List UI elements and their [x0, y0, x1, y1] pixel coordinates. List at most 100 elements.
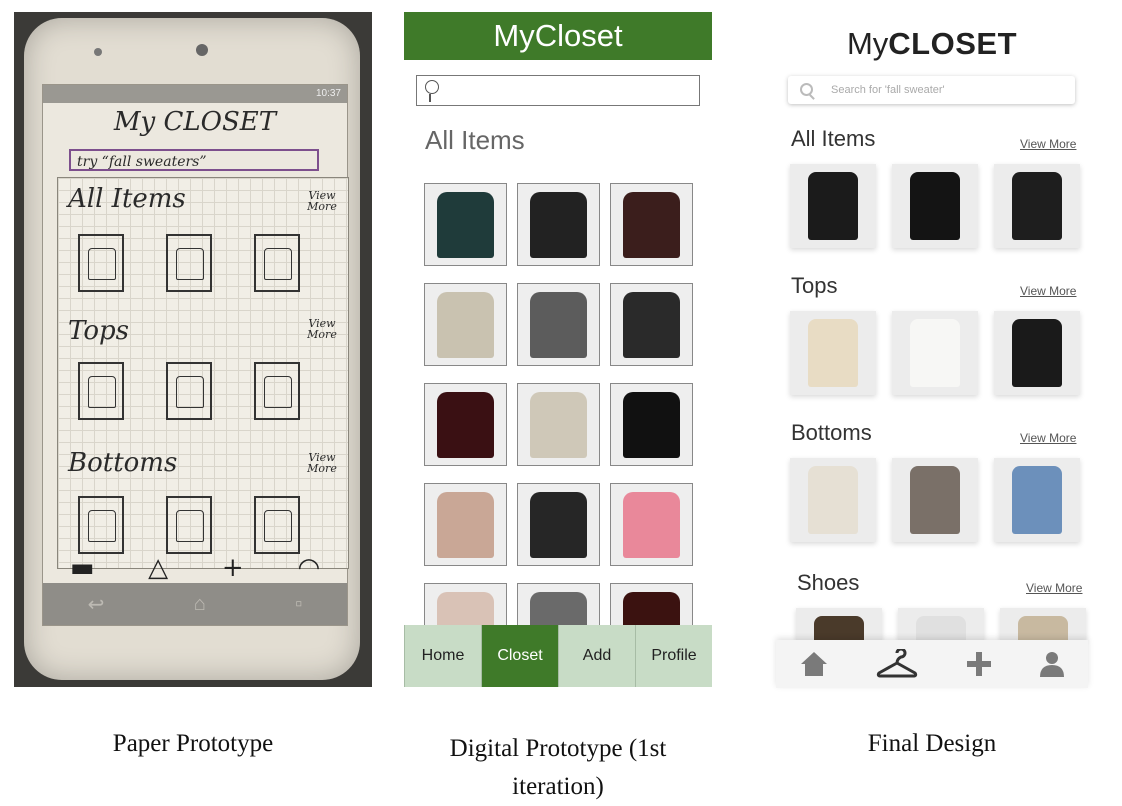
paper-section-title: Tops [68, 316, 129, 346]
plus-icon[interactable] [965, 650, 993, 678]
paper-item-sketch[interactable] [78, 496, 124, 554]
closet-item-tile[interactable] [610, 183, 693, 266]
paper-item-sketch[interactable] [254, 362, 300, 420]
title-closet: CLOSET [888, 26, 1018, 61]
back-icon: ↩ [87, 593, 105, 616]
garment-image [530, 292, 587, 358]
garment-image [1018, 616, 1068, 640]
title-my: My [846, 26, 889, 61]
paper-search-bar[interactable]: try “fall sweaters” [69, 149, 319, 171]
closet-item-tile[interactable] [517, 383, 600, 466]
paper-item-sketch[interactable] [254, 234, 300, 292]
closet-item-tile[interactable] [790, 164, 876, 248]
closet-item-tile[interactable] [610, 583, 693, 625]
closet-item-tile[interactable] [517, 283, 600, 366]
garment-image [623, 392, 680, 458]
home-icon[interactable] [799, 650, 829, 678]
paper-app-title: My CLOSET [113, 107, 277, 137]
garment-image [808, 466, 858, 534]
closet-item-tile[interactable] [424, 383, 507, 466]
paper-section-title: All Items [68, 184, 186, 214]
paper-item-sketch[interactable] [78, 362, 124, 420]
paper-plus-icon[interactable]: + [222, 553, 244, 583]
closet-item-tile[interactable] [994, 311, 1080, 395]
closet-item-tile[interactable] [892, 458, 978, 542]
garment-image [437, 492, 494, 558]
garment-image [623, 292, 680, 358]
nav-tab-closet[interactable]: Closet [481, 625, 558, 687]
closet-item-tile[interactable] [610, 383, 693, 466]
closet-item-tile[interactable] [517, 583, 600, 625]
section-title: Bottoms [791, 420, 872, 445]
garment-image [814, 616, 864, 640]
paper-item-sketch[interactable] [78, 234, 124, 292]
closet-item-tile[interactable] [610, 483, 693, 566]
final-search-input[interactable]: Search for 'fall sweater' [788, 76, 1075, 104]
view-more-link[interactable]: View More [1020, 137, 1076, 151]
closet-item-tile[interactable] [517, 483, 600, 566]
nav-tab-home[interactable]: Home [404, 625, 481, 687]
closet-item-tile[interactable] [424, 583, 507, 625]
closet-item-tile[interactable] [790, 311, 876, 395]
garment-image [437, 392, 494, 458]
paper-home-icon[interactable]: ▬ [70, 553, 95, 583]
closet-item-tile[interactable] [994, 458, 1080, 542]
paper-user-icon[interactable]: ◠ [297, 553, 320, 583]
caption-digital: Digital Prototype (1st iteration) [449, 735, 667, 800]
garment-image [910, 466, 960, 534]
closet-item-tile[interactable] [1000, 608, 1086, 640]
closet-item-tile[interactable] [424, 283, 507, 366]
paper-system-nav: ↩ ⌂ ▫ [43, 583, 347, 625]
search-icon [800, 83, 813, 96]
user-icon[interactable] [1039, 650, 1065, 678]
view-more-link[interactable]: View More [1020, 284, 1076, 298]
home-button-icon: ⌂ [193, 592, 206, 615]
recents-icon: ▫ [295, 592, 303, 615]
garment-image [437, 592, 494, 625]
view-more-link[interactable]: View More [1020, 431, 1076, 445]
garment-image [530, 492, 587, 558]
paper-item-sketch[interactable] [166, 362, 212, 420]
closet-item-tile[interactable] [892, 164, 978, 248]
closet-item-tile[interactable] [892, 311, 978, 395]
section-title: All Items [791, 126, 876, 151]
nav-tab-profile[interactable]: Profile [635, 625, 712, 687]
closet-item-tile[interactable] [898, 608, 984, 640]
closet-item-tile[interactable] [424, 483, 507, 566]
paper-item-sketch[interactable] [166, 496, 212, 554]
garment-image [623, 592, 680, 625]
digital-item-grid [424, 183, 694, 625]
paper-item-sketch[interactable] [254, 496, 300, 554]
paper-search-text: try “fall sweaters” [77, 154, 207, 170]
garment-image [910, 172, 960, 240]
section-title: Shoes [797, 570, 860, 595]
hanger-icon[interactable] [875, 649, 919, 679]
paper-phone: 10:37 My CLOSET try “fall sweaters” All … [24, 18, 360, 680]
closet-item-tile[interactable] [790, 458, 876, 542]
digital-search-input[interactable] [416, 75, 700, 106]
nav-tab-add[interactable]: Add [558, 625, 635, 687]
closet-item-tile[interactable] [517, 183, 600, 266]
closet-item-tile[interactable] [796, 608, 882, 640]
paper-hanger-icon[interactable]: △ [148, 553, 168, 583]
garment-image [1012, 466, 1062, 534]
paper-item-sketch[interactable] [166, 234, 212, 292]
phone-sensor [94, 48, 102, 56]
closet-item-tile[interactable] [610, 283, 693, 366]
view-more-link[interactable]: View More [1026, 581, 1082, 595]
garment-image [808, 172, 858, 240]
garment-image [437, 192, 494, 258]
section-title: Tops [791, 273, 838, 298]
garment-image [530, 392, 587, 458]
paper-view-more[interactable]: View More [306, 190, 338, 212]
garment-image [437, 292, 494, 358]
closet-item-tile[interactable] [424, 183, 507, 266]
garment-image [623, 192, 680, 258]
digital-section-title: All Items [425, 125, 525, 155]
paper-screen: 10:37 My CLOSET try “fall sweaters” All … [42, 84, 349, 626]
phone-camera [196, 44, 208, 56]
closet-item-tile[interactable] [994, 164, 1080, 248]
caption-paper: Paper Prototype [112, 730, 274, 757]
paper-view-more[interactable]: View More [306, 452, 338, 474]
paper-view-more[interactable]: View More [306, 318, 338, 340]
